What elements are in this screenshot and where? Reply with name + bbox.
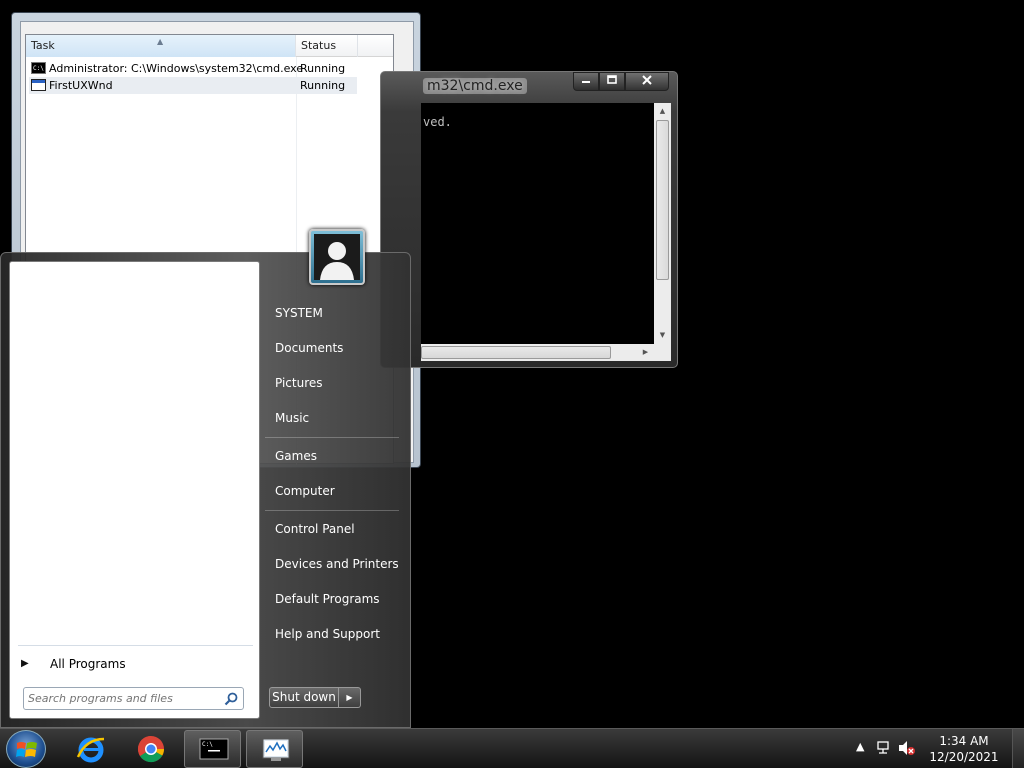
start-item-games[interactable]: Games: [263, 440, 403, 472]
user-picture[interactable]: [309, 229, 365, 285]
start-item-documents[interactable]: Documents: [263, 332, 403, 364]
clock-date: 12/20/2021: [929, 750, 999, 764]
search-icon[interactable]: [224, 692, 238, 706]
close-icon: [642, 75, 652, 85]
user-silhouette-icon: [320, 242, 354, 280]
scroll-down-icon[interactable]: ▼: [654, 327, 671, 344]
scroll-right-icon[interactable]: ▶: [637, 344, 654, 361]
show-hidden-icons-icon[interactable]: ▲: [856, 740, 864, 753]
shutdown-group: Shut down ▶: [269, 687, 361, 708]
start-item-help-support[interactable]: Help and Support: [263, 618, 403, 650]
task-manager-icon: [262, 738, 290, 761]
start-item-pictures[interactable]: Pictures: [263, 367, 403, 399]
cmd-window[interactable]: m32\cmd.exe ved. ▲ ▼ ▶: [380, 71, 678, 368]
taskbar-chrome[interactable]: [122, 730, 179, 768]
shutdown-button[interactable]: Shut down: [269, 687, 339, 708]
maximize-icon: [607, 75, 617, 84]
start-button[interactable]: [6, 730, 46, 768]
divider: [265, 437, 399, 438]
window-icon: [31, 79, 46, 91]
shutdown-options-button[interactable]: ▶: [339, 687, 361, 708]
column-header-task[interactable]: Task ▲: [26, 35, 296, 57]
start-item-default-programs[interactable]: Default Programs: [263, 583, 403, 615]
column-status-label: Status: [301, 39, 337, 52]
console-text: ved.: [423, 115, 452, 129]
table-row[interactable]: Administrator: C:\Windows\system32\cmd.e…: [29, 60, 357, 77]
clock[interactable]: 1:34 AM 12/20/2021: [924, 733, 1004, 765]
table-row[interactable]: FirstUXWnd Running: [29, 77, 357, 94]
vertical-scrollbar[interactable]: ▲ ▼: [654, 103, 671, 344]
arrow-right-icon: ▶: [346, 693, 353, 702]
network-icon[interactable]: [876, 740, 892, 756]
all-programs-label: All Programs: [50, 657, 126, 671]
all-programs-button[interactable]: ▶ All Programs: [18, 652, 254, 676]
taskbar-internet-explorer[interactable]: [62, 730, 119, 768]
cmd-icon: C:\: [199, 738, 229, 760]
show-desktop-button[interactable]: [1012, 729, 1024, 768]
start-item-control-panel[interactable]: Control Panel: [263, 513, 403, 545]
start-item-music[interactable]: Music: [263, 402, 403, 434]
task-name: FirstUXWnd: [49, 79, 113, 92]
search-input[interactable]: [28, 690, 218, 707]
close-button[interactable]: [625, 72, 669, 91]
task-status: Running: [300, 62, 346, 75]
taskbar: C:\ ▲ 1:34 AM 12/20/2021: [0, 728, 1024, 768]
svg-text:C:\: C:\: [202, 741, 213, 748]
taskbar-task-manager[interactable]: [246, 730, 303, 768]
column-header-status[interactable]: Status: [296, 35, 358, 57]
horizontal-scrollbar[interactable]: ▶: [421, 344, 654, 361]
horizontal-scroll-thumb[interactable]: [421, 346, 611, 359]
console-area[interactable]: ved. ▲ ▼ ▶: [421, 103, 671, 361]
volume-muted-icon[interactable]: [898, 740, 916, 756]
divider: [265, 510, 399, 511]
start-item-devices-printers[interactable]: Devices and Printers: [263, 548, 403, 580]
cmd-window-title: m32\cmd.exe: [423, 78, 527, 94]
maximize-button[interactable]: [599, 72, 625, 91]
cmd-icon: [31, 60, 46, 77]
scroll-up-icon[interactable]: ▲: [654, 103, 671, 120]
programs-pane: ▶ All Programs: [9, 261, 260, 719]
search-box[interactable]: [23, 687, 244, 710]
notification-area: ▲ 1:34 AM 12/20/2021: [854, 729, 1024, 768]
internet-explorer-icon: [76, 737, 105, 763]
scrollbar-corner: [654, 344, 671, 361]
vertical-scroll-thumb[interactable]: [656, 120, 669, 280]
taskbar-cmd[interactable]: C:\: [184, 730, 241, 768]
start-item-user[interactable]: SYSTEM: [263, 297, 403, 329]
start-item-computer[interactable]: Computer: [263, 475, 403, 507]
column-task-label: Task: [31, 39, 55, 52]
sort-up-icon: ▲: [157, 37, 164, 46]
avatar: [314, 234, 360, 280]
task-list-header: Task ▲ Status: [26, 35, 393, 57]
arrow-right-icon: ▶: [21, 658, 29, 669]
divider: [18, 645, 253, 646]
task-name: Administrator: C:\Windows\system32\cmd.e…: [49, 62, 304, 75]
clock-time: 1:34 AM: [939, 734, 989, 748]
minimize-button[interactable]: [573, 72, 599, 91]
task-status: Running: [300, 79, 346, 92]
chrome-icon: [137, 735, 165, 763]
windows-logo-icon: [16, 742, 37, 757]
start-menu: ▶ All Programs SYSTEM Documents Pictures…: [0, 229, 411, 728]
minimize-icon: [582, 81, 590, 83]
caption-buttons: [573, 72, 669, 92]
